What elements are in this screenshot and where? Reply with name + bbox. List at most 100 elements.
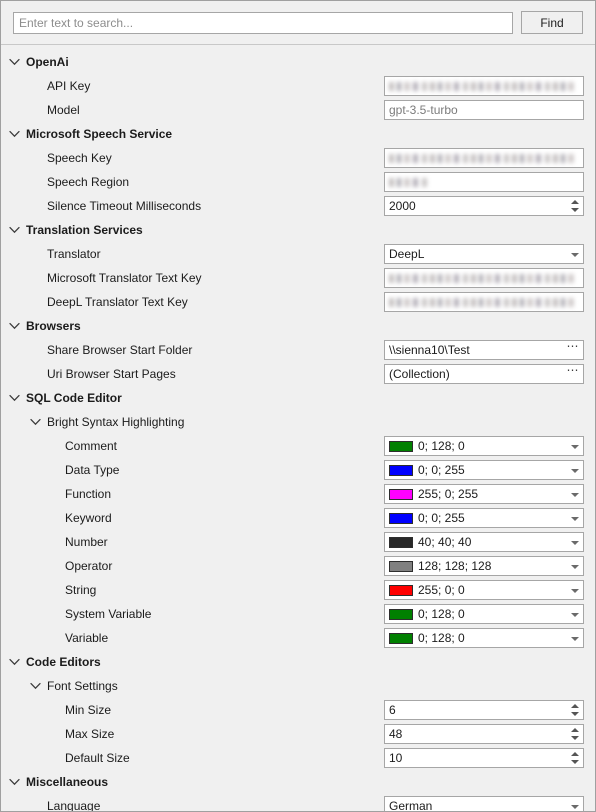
function-editor[interactable]: 255; 0; 255 <box>384 484 584 504</box>
chevron-down-icon[interactable] <box>567 533 583 551</box>
property-row-function[interactable]: Function 255; 0; 255 <box>1 482 595 506</box>
color-swatch <box>389 512 413 524</box>
property-label: DeepL Translator Text Key <box>47 295 188 309</box>
operator-editor[interactable]: 128; 128; 128 <box>384 556 584 576</box>
category-row-browsers[interactable]: Browsers <box>1 314 595 338</box>
property-row-default-size[interactable]: Default Size 10 <box>1 746 595 770</box>
property-row-api-key[interactable]: API Key <box>1 74 595 98</box>
property-row-variable[interactable]: Variable 0; 128; 0 <box>1 626 595 650</box>
chevron-down-icon[interactable] <box>567 629 583 647</box>
ellipsis-button[interactable]: ⋯ <box>563 341 583 359</box>
chevron-down-icon[interactable] <box>567 245 583 263</box>
category-row-miscellaneous[interactable]: Miscellaneous <box>1 770 595 794</box>
spinner-arrows-icon[interactable] <box>567 725 583 743</box>
silence-timeout-milliseconds-editor[interactable]: 2000 <box>384 196 584 216</box>
field-value: 0; 128; 0 <box>418 607 465 621</box>
expander-chevron-icon[interactable] <box>8 122 22 146</box>
chevron-down-icon[interactable] <box>567 485 583 503</box>
expander-chevron-icon[interactable] <box>8 314 22 338</box>
property-label: Translator <box>47 247 101 261</box>
category-label: Miscellaneous <box>26 775 109 789</box>
property-row-operator[interactable]: Operator 128; 128; 128 <box>1 554 595 578</box>
expander-chevron-icon[interactable] <box>8 650 22 674</box>
expander-chevron-icon[interactable] <box>29 410 43 434</box>
chevron-down-icon[interactable] <box>567 461 583 479</box>
microsoft-translator-text-key-editor[interactable] <box>384 268 584 288</box>
property-label: Min Size <box>65 703 112 717</box>
default-size-editor[interactable]: 10 <box>384 748 584 768</box>
property-row-model[interactable]: Model gpt-3.5-turbo <box>1 98 595 122</box>
max-size-editor[interactable]: 48 <box>384 724 584 744</box>
property-row-system-variable[interactable]: System Variable 0; 128; 0 <box>1 602 595 626</box>
property-row-translator[interactable]: Translator DeepL <box>1 242 595 266</box>
property-label: Microsoft Translator Text Key <box>47 271 202 285</box>
property-label: Variable <box>65 631 109 645</box>
chevron-down-icon[interactable] <box>567 797 583 811</box>
property-row-language[interactable]: Language German <box>1 794 595 811</box>
property-row-share-browser-start-folder[interactable]: Share Browser Start Folder \\sienna10\Tes… <box>1 338 595 362</box>
property-row-string[interactable]: String 255; 0; 0 <box>1 578 595 602</box>
string-editor[interactable]: 255; 0; 0 <box>384 580 584 600</box>
api-key-editor[interactable] <box>384 76 584 96</box>
spinner-arrows-icon[interactable] <box>567 197 583 215</box>
property-row-data-type[interactable]: Data Type 0; 0; 255 <box>1 458 595 482</box>
uri-browser-start-pages-editor[interactable]: (Collection) ⋯ <box>384 364 584 384</box>
property-row-silence-timeout-milliseconds[interactable]: Silence Timeout Milliseconds 2000 <box>1 194 595 218</box>
spinner-arrows-icon[interactable] <box>567 749 583 767</box>
property-row-microsoft-translator-text-key[interactable]: Microsoft Translator Text Key <box>1 266 595 290</box>
property-row-speech-region[interactable]: Speech Region <box>1 170 595 194</box>
expander-chevron-icon[interactable] <box>8 218 22 242</box>
property-row-max-size[interactable]: Max Size 48 <box>1 722 595 746</box>
expander-chevron-icon[interactable] <box>8 770 22 794</box>
property-row-speech-key[interactable]: Speech Key <box>1 146 595 170</box>
min-size-editor[interactable]: 6 <box>384 700 584 720</box>
chevron-down-icon[interactable] <box>567 557 583 575</box>
property-row-min-size[interactable]: Min Size 6 <box>1 698 595 722</box>
keyword-editor[interactable]: 0; 0; 255 <box>384 508 584 528</box>
property-row-comment[interactable]: Comment 0; 128; 0 <box>1 434 595 458</box>
category-row-bright-syntax-highlighting[interactable]: Bright Syntax Highlighting <box>1 410 595 434</box>
comment-editor[interactable]: 0; 128; 0 <box>384 436 584 456</box>
chevron-down-icon[interactable] <box>567 509 583 527</box>
translator-editor[interactable]: DeepL <box>384 244 584 264</box>
category-row-sql-code-editor[interactable]: SQL Code Editor <box>1 386 595 410</box>
property-label: Share Browser Start Folder <box>47 343 193 357</box>
number-editor[interactable]: 40; 40; 40 <box>384 532 584 552</box>
property-label: Uri Browser Start Pages <box>47 367 176 381</box>
category-label: SQL Code Editor <box>26 391 122 405</box>
expander-chevron-icon[interactable] <box>29 674 43 698</box>
share-browser-start-folder-editor[interactable]: \\sienna10\Test ⋯ <box>384 340 584 360</box>
variable-editor[interactable]: 0; 128; 0 <box>384 628 584 648</box>
data-type-editor[interactable]: 0; 0; 255 <box>384 460 584 480</box>
system-variable-editor[interactable]: 0; 128; 0 <box>384 604 584 624</box>
search-input[interactable] <box>13 11 513 34</box>
field-value: 2000 <box>389 199 416 213</box>
speech-key-editor[interactable] <box>384 148 584 168</box>
category-row-font-settings[interactable]: Font Settings <box>1 674 595 698</box>
ellipsis-button[interactable]: ⋯ <box>563 365 583 383</box>
find-button[interactable]: Find <box>521 11 583 34</box>
property-row-uri-browser-start-pages[interactable]: Uri Browser Start Pages (Collection) ⋯ <box>1 362 595 386</box>
deepl-translator-text-key-editor[interactable] <box>384 292 584 312</box>
property-row-keyword[interactable]: Keyword 0; 0; 255 <box>1 506 595 530</box>
speech-region-editor[interactable] <box>384 172 584 192</box>
language-editor[interactable]: German <box>384 796 584 811</box>
chevron-down-icon[interactable] <box>567 437 583 455</box>
expander-chevron-icon[interactable] <box>8 50 22 74</box>
model-editor[interactable]: gpt-3.5-turbo <box>384 100 584 120</box>
spinner-arrows-icon[interactable] <box>567 701 583 719</box>
property-row-deepl-translator-text-key[interactable]: DeepL Translator Text Key <box>1 290 595 314</box>
property-grid[interactable]: OpenAi API Key Model gpt-3.5-turbo Microsoft… <box>1 45 595 811</box>
category-row-code-editors[interactable]: Code Editors <box>1 650 595 674</box>
expander-chevron-icon[interactable] <box>8 386 22 410</box>
field-value: gpt-3.5-turbo <box>389 103 458 117</box>
category-row-microsoft-speech-service[interactable]: Microsoft Speech Service <box>1 122 595 146</box>
property-row-number[interactable]: Number 40; 40; 40 <box>1 530 595 554</box>
chevron-down-icon[interactable] <box>567 581 583 599</box>
chevron-down-icon[interactable] <box>567 605 583 623</box>
category-row-openai[interactable]: OpenAi <box>1 50 595 74</box>
property-label: Language <box>47 799 101 811</box>
redacted-value <box>389 81 574 91</box>
field-value: 0; 0; 255 <box>418 511 465 525</box>
category-row-translation-services[interactable]: Translation Services <box>1 218 595 242</box>
